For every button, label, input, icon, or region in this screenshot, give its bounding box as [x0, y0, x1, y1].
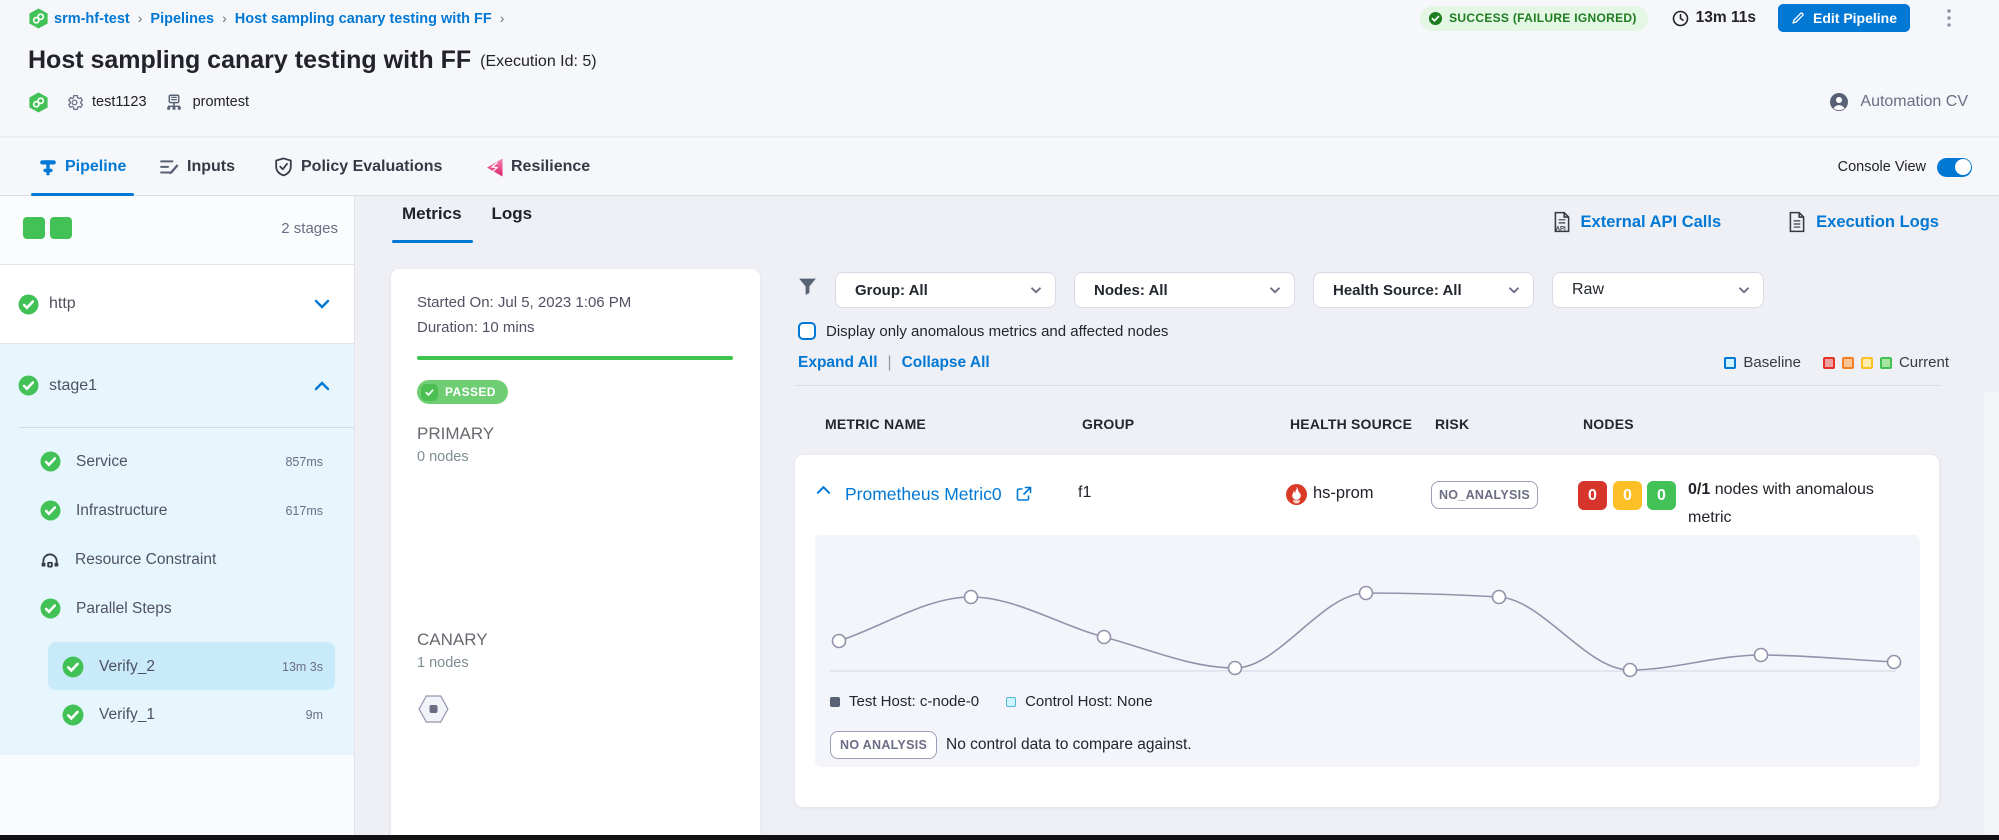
svg-text:API: API: [1555, 226, 1565, 232]
